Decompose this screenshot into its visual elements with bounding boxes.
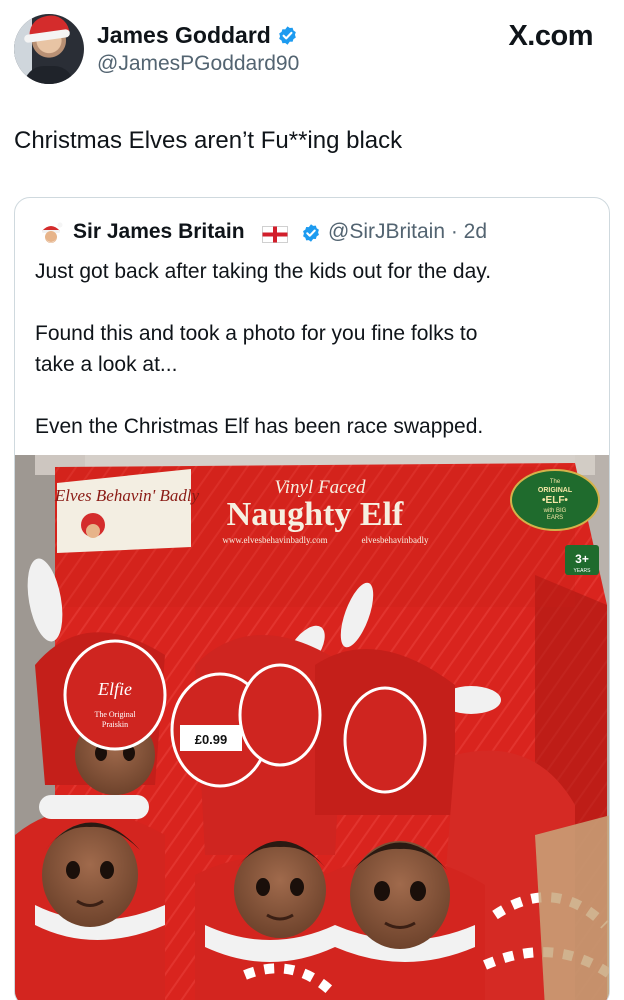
quoted-handle-and-time[interactable]: @SirJBritain · 2d xyxy=(328,220,487,244)
svg-text:Praiskin: Praiskin xyxy=(102,720,128,729)
quoted-tweet-photo[interactable]: Elves Behavin' Badly Vinyl Faced Naughty… xyxy=(15,455,609,1000)
verified-badge-icon xyxy=(279,26,296,45)
quoted-line xyxy=(35,380,595,411)
price: £0.99 xyxy=(195,732,228,747)
svg-text:The: The xyxy=(550,479,561,485)
box-brand: Elves Behavin' Badly xyxy=(54,486,200,505)
quoted-line: take a look at... xyxy=(35,353,178,376)
tag-name: Elfie xyxy=(97,679,132,699)
elf-box-photo: Elves Behavin' Badly Vinyl Faced Naughty… xyxy=(15,455,609,1000)
svg-text:YEARS: YEARS xyxy=(574,568,592,574)
age-badge: 3+ YEARS xyxy=(565,545,599,575)
quoted-tweet-card[interactable]: Sir James Britain @SirJBritain · 2d Just… xyxy=(14,197,610,1000)
box-subtitle: Vinyl Faced xyxy=(275,477,366,498)
elf-face xyxy=(350,841,450,949)
box-title: Naughty Elf xyxy=(227,496,404,533)
svg-text:with BIG: with BIG xyxy=(543,508,567,514)
quoted-author-name[interactable]: Sir James Britain xyxy=(73,220,245,244)
svg-text:EARS: EARS xyxy=(547,515,563,521)
hang-tag xyxy=(343,686,427,794)
svg-text:ORIGINAL: ORIGINAL xyxy=(538,487,573,494)
quoted-author-avatar[interactable] xyxy=(37,220,65,248)
author-handle[interactable]: @JamesPGoddard90 xyxy=(97,52,299,76)
box-url: www.elvesbehavinbadly.com xyxy=(222,535,327,545)
brand-label: Elves Behavin' Badly xyxy=(54,469,200,553)
quoted-line: Just got back after taking the kids out … xyxy=(35,260,492,283)
hang-tag xyxy=(238,663,322,767)
site-logo: X.com xyxy=(508,20,593,52)
tweet-header: James Goddard @JamesPGoddard90 X.com xyxy=(0,0,624,100)
quoted-line: Found this and took a photo for you fine… xyxy=(35,322,478,345)
original-elf-seal: The ORIGINAL •ELF• with BIG EARS xyxy=(510,469,600,531)
svg-text:3+: 3+ xyxy=(575,552,589,566)
svg-text:The Original: The Original xyxy=(94,710,136,719)
author-display-name[interactable]: James Goddard xyxy=(97,22,271,49)
quoted-tweet-body: Just got back after taking the kids out … xyxy=(35,256,595,442)
author-avatar[interactable] xyxy=(14,14,84,84)
svg-text:•ELF•: •ELF• xyxy=(542,495,568,506)
quoted-verified-badge-icon xyxy=(303,224,319,242)
quoted-line xyxy=(35,287,595,318)
box-social: elvesbehavinbadly xyxy=(362,535,429,545)
quoted-line: Even the Christmas Elf has been race swa… xyxy=(35,415,484,438)
tweet-text: Christmas Elves aren’t Fu**ing black xyxy=(14,127,403,154)
hang-tag: Elfie The Original Praiskin xyxy=(63,639,167,751)
england-flag-icon xyxy=(262,226,288,243)
